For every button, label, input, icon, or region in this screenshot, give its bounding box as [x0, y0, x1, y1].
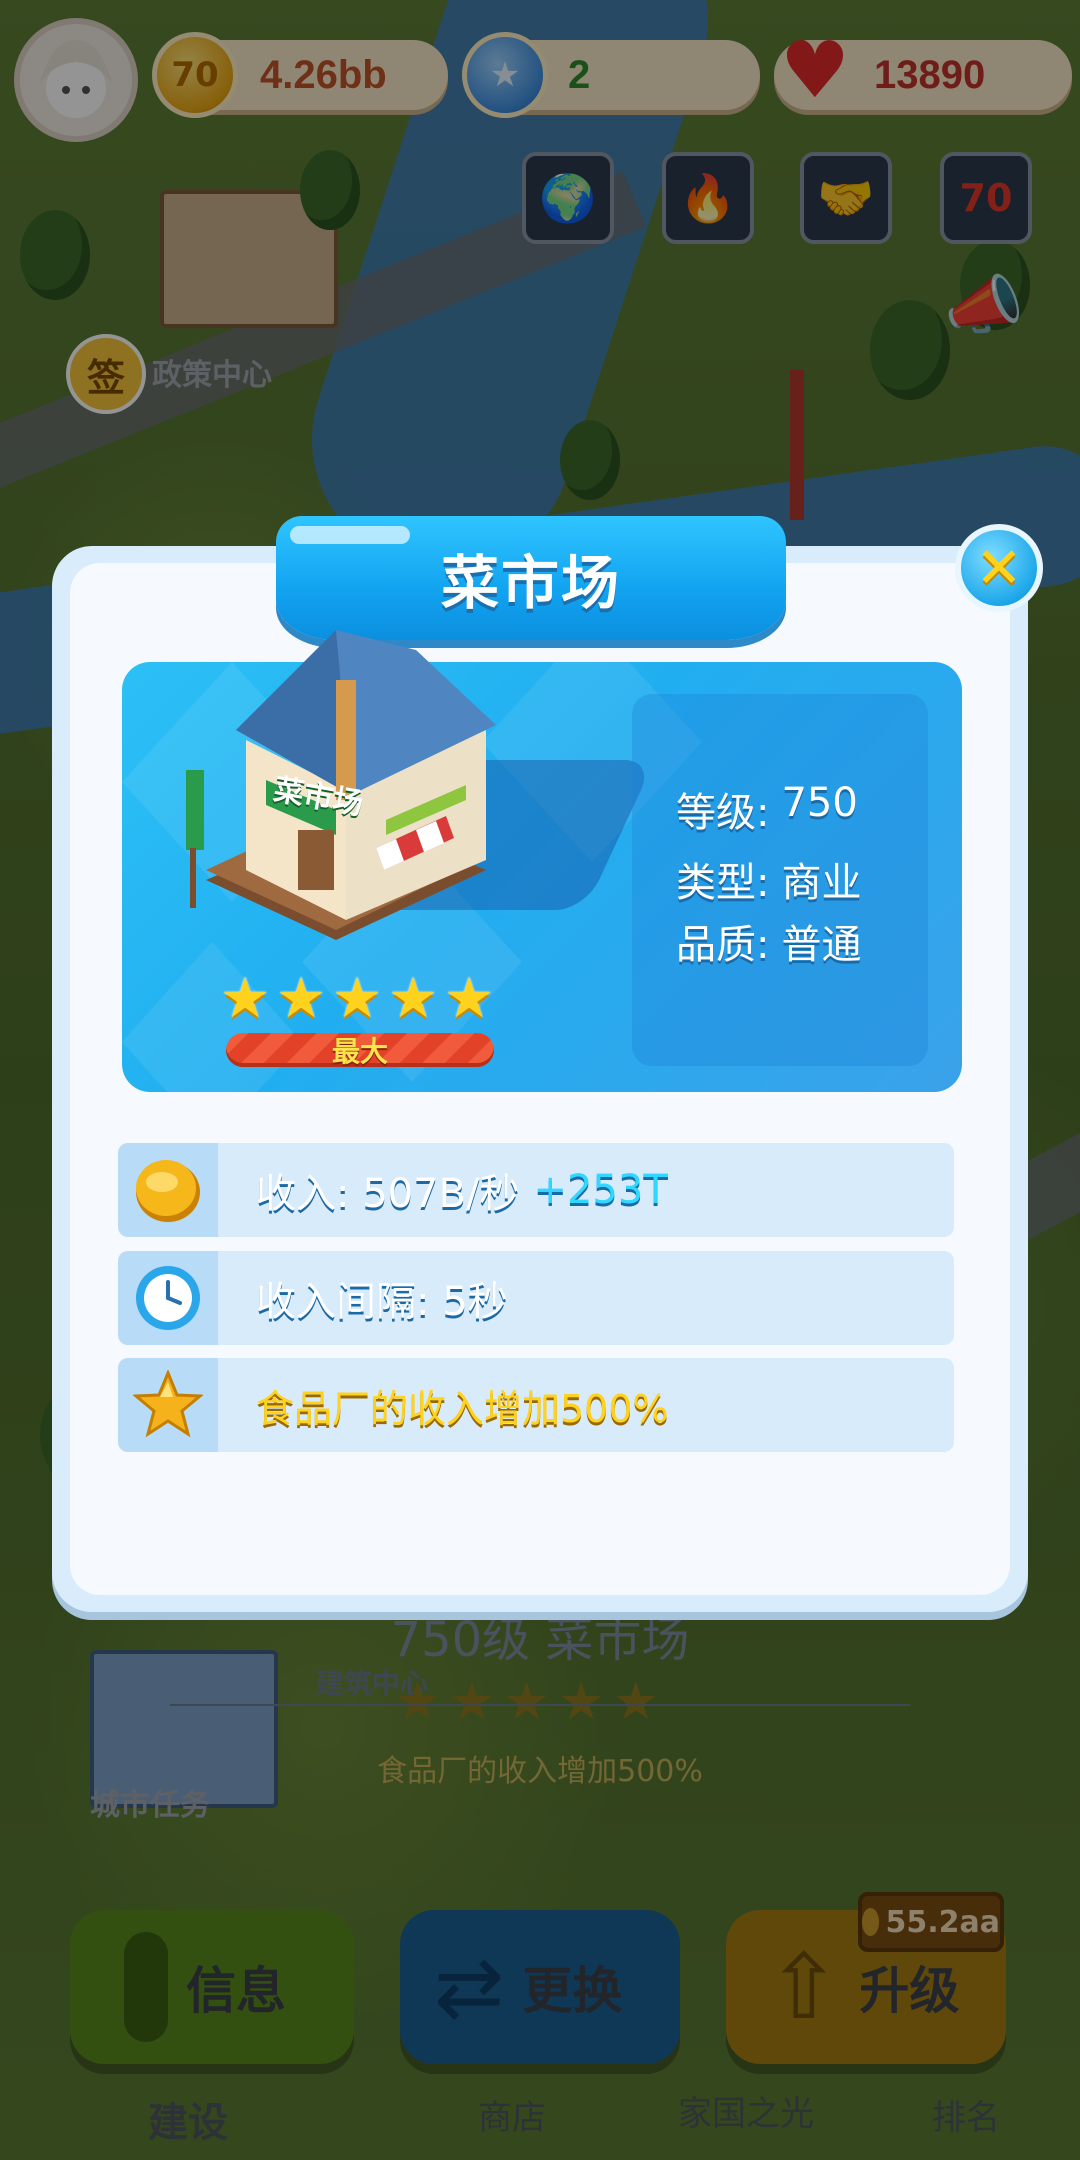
close-button[interactable]: ✕ [955, 524, 1043, 612]
max-level-bar: 最大 [226, 1033, 494, 1068]
level-value: 750 [781, 780, 858, 826]
quality-label: 品质: [676, 922, 770, 968]
interval-row [118, 1251, 954, 1345]
interval-row-icon-cell [118, 1251, 218, 1345]
level-label: 等级: [676, 790, 770, 836]
interval-text: 收入间隔: 5秒 [256, 1279, 508, 1325]
bonus-row-icon-cell [118, 1358, 218, 1452]
modal-title: 菜市场 [440, 549, 621, 617]
close-icon: ✕ [975, 535, 1023, 601]
income-row-icon-cell [118, 1143, 218, 1237]
quality-value: 普通 [781, 922, 862, 968]
type-label: 类型: [676, 860, 770, 906]
type-value: 商业 [781, 860, 862, 906]
max-level-label: 最大 [331, 1035, 388, 1068]
star-icon: ★ [220, 966, 271, 1031]
bonus-effect-text: 食品厂的收入增加500% [256, 1386, 669, 1431]
income-bonus: +253T [533, 1167, 668, 1213]
star-icon: ★ [276, 966, 327, 1031]
star-rating: ★ ★ ★ ★ ★ [220, 966, 495, 1031]
star-icon: ★ [332, 966, 383, 1031]
banner-gloss [290, 526, 410, 544]
gold-star-icon [133, 1370, 203, 1438]
level-stat: 等级: 750 [676, 780, 858, 838]
gold-coin-icon [136, 1160, 200, 1222]
income-text: 收入: 507B/秒 +253T [256, 1143, 668, 1237]
income-value: 收入: 507B/秒 [256, 1171, 520, 1217]
star-icon: ★ [388, 966, 439, 1031]
type-stat: 类型: 商业 [676, 850, 861, 908]
quality-stat: 品质: 普通 [676, 912, 861, 970]
clock-icon [136, 1266, 200, 1330]
star-icon: ★ [444, 966, 495, 1031]
